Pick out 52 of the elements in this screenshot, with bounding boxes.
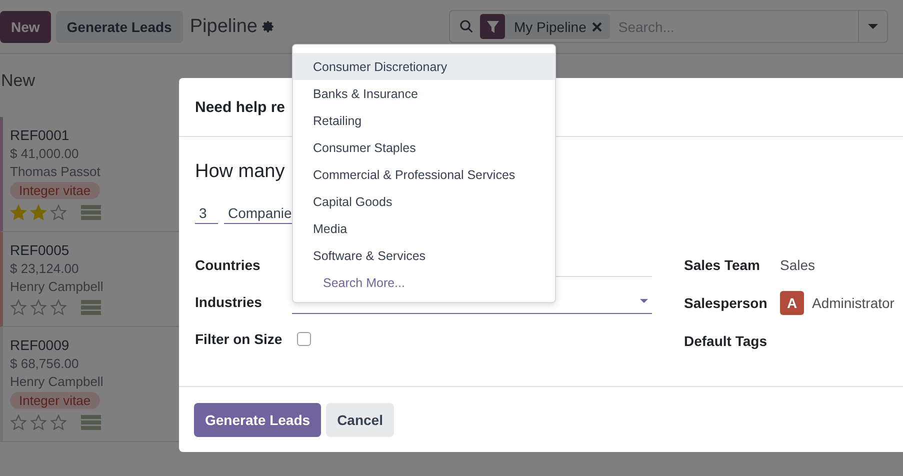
activity-icon[interactable]	[81, 415, 101, 430]
dialog-title: Need help re	[195, 98, 286, 116]
field-value: Administrator	[812, 295, 894, 311]
card-reference: REF0005	[10, 242, 70, 258]
field-label: Sales Team	[684, 257, 762, 273]
card-amount: $ 23,124.00	[10, 261, 79, 276]
new-button[interactable]: New	[0, 10, 51, 42]
generate-leads-button[interactable]: Generate Leads	[56, 10, 183, 42]
close-icon[interactable]	[592, 22, 602, 32]
field-label: Countries	[195, 257, 262, 273]
card-amount: $ 41,000.00	[10, 146, 79, 161]
settings-icon[interactable]	[262, 20, 276, 33]
star-icon[interactable]	[10, 414, 27, 431]
field-label: Industries	[195, 294, 263, 310]
filter-icon	[486, 20, 498, 32]
cancel-button[interactable]: Cancel	[326, 403, 394, 437]
star-icon[interactable]	[30, 299, 47, 316]
page-title: Pipeline	[190, 16, 258, 38]
card-customer: Henry Campbell	[10, 374, 104, 389]
field-value: Sales	[780, 257, 816, 273]
star-icon[interactable]	[50, 414, 67, 431]
star-icon[interactable]	[10, 299, 27, 316]
card-reference: REF0001	[10, 127, 70, 143]
card-customer: Thomas Passot	[10, 164, 100, 179]
generate-leads-button[interactable]: Generate Leads	[194, 403, 322, 437]
star-icon[interactable]	[50, 204, 67, 221]
dropdown-option[interactable]: Consumer Discretionary	[293, 53, 555, 80]
card-customer: Henry Campbell	[10, 279, 104, 294]
caret-icon[interactable]	[868, 24, 878, 30]
count-field[interactable]: 3	[195, 203, 218, 224]
field-label: Salesperson	[684, 295, 768, 311]
field-label: Default Tags	[684, 333, 768, 349]
card-reference: REF0009	[10, 337, 70, 353]
field-label: Filter on Size	[195, 331, 284, 347]
facet-label: My Pipeline	[513, 18, 588, 34]
avatar: A	[780, 291, 804, 315]
card-amount: $ 68,756.00	[10, 356, 79, 371]
dropdown-option[interactable]: Banks & Insurance	[293, 80, 555, 107]
activity-icon[interactable]	[81, 300, 101, 315]
star-icon[interactable]	[50, 299, 67, 316]
column-title: New	[0, 71, 36, 91]
activity-icon[interactable]	[81, 205, 101, 220]
card-tag: Integer vitae	[10, 392, 100, 409]
star-icon[interactable]	[30, 204, 47, 221]
dialog-heading: How many	[195, 161, 285, 184]
star-icon[interactable]	[30, 414, 47, 431]
caret-icon[interactable]	[640, 299, 648, 304]
star-icon[interactable]	[10, 204, 27, 221]
card-tag: Integer vitae	[10, 182, 100, 199]
filter-facet[interactable]: My Pipeline	[480, 14, 610, 39]
checkbox[interactable]	[297, 332, 311, 346]
search-icon[interactable]	[459, 19, 474, 34]
